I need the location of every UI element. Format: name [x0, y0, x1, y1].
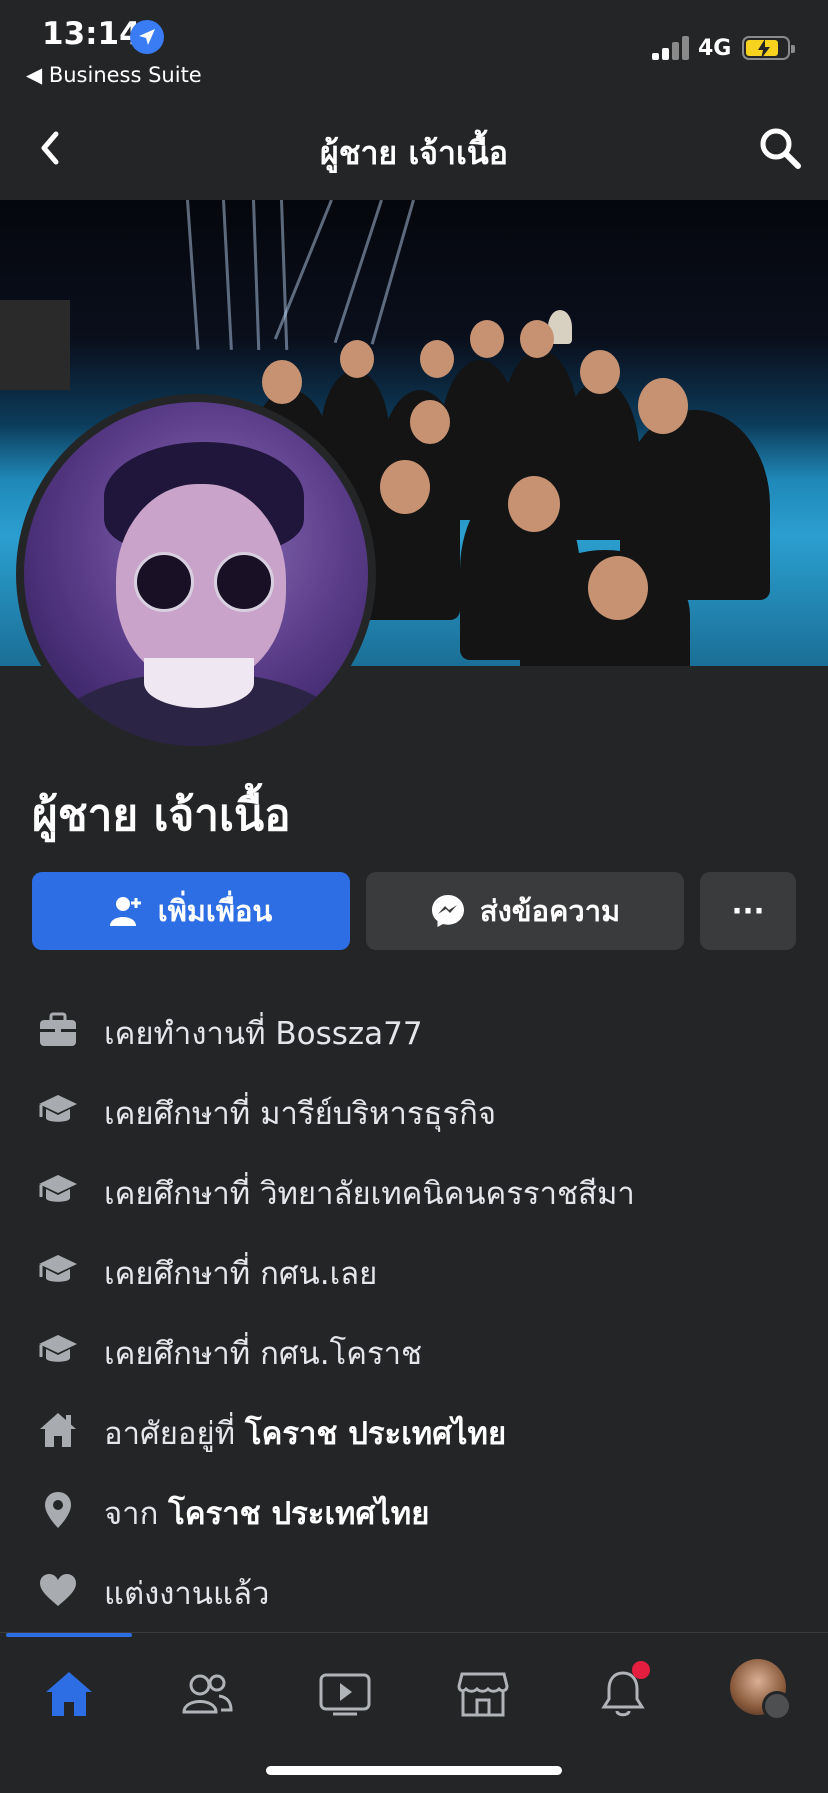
info-value: วิทยาลัยเทคนิคนครราชสีมา	[260, 1176, 635, 1212]
info-text: เคยศึกษาที่ กศน.โคราช	[104, 1328, 422, 1378]
info-prefix: เคยศึกษาที่	[104, 1176, 261, 1212]
notification-badge	[632, 1661, 650, 1679]
info-text: เคยศึกษาที่ มารีย์บริหารธุรกิจ	[104, 1088, 496, 1138]
add-friend-label: เพิ่มเพื่อน	[157, 894, 273, 928]
active-tab-indicator	[6, 1633, 132, 1637]
info-row: เคยศึกษาที่ กศน.โคราช	[0, 1308, 828, 1388]
info-row: แต่งงานแล้ว	[0, 1548, 828, 1628]
info-value: Bossza77	[275, 1016, 423, 1052]
search-icon[interactable]	[756, 124, 804, 172]
tab-marketplace[interactable]	[448, 1659, 518, 1729]
info-text: จาก โคราช ประเทศไทย	[104, 1488, 429, 1538]
info-row: อาศัยอยู่ที่ โคราช ประเทศไทย	[0, 1388, 828, 1468]
battery-icon	[742, 36, 795, 60]
info-prefix: เคยศึกษาที่	[104, 1256, 261, 1292]
info-value: กศน.โคราช	[260, 1336, 423, 1372]
info-text: เคยทำงานที่ Bossza77	[104, 1008, 423, 1058]
info-text: เคยศึกษาที่ กศน.เลย	[104, 1248, 377, 1298]
info-value: แต่งงานแล้ว	[104, 1576, 270, 1612]
graduation-cap-icon	[36, 1248, 80, 1292]
tab-watch[interactable]	[310, 1659, 380, 1729]
info-value: มารีย์บริหารธุรกิจ	[260, 1096, 497, 1132]
tab-friends[interactable]	[172, 1659, 242, 1729]
page-title: ผู้ชาย เจ้าเนื้อ	[319, 134, 508, 172]
status-bar: 13:14 ◀ Business Suite 4G	[0, 0, 828, 96]
location-arrow-icon	[130, 20, 164, 54]
home-indicator	[266, 1766, 562, 1775]
top-nav-bar: ผู้ชาย เจ้าเนื้อ	[0, 96, 828, 200]
info-prefix: เคยทำงานที่	[104, 1016, 276, 1052]
info-text: เคยศึกษาที่ วิทยาลัยเทคนิคนครราชสีมา	[104, 1168, 635, 1218]
graduation-cap-icon	[36, 1328, 80, 1372]
more-options-button[interactable]: ···	[700, 872, 796, 950]
messenger-icon	[431, 895, 464, 927]
info-prefix: เคยศึกษาที่	[104, 1096, 261, 1132]
info-row: เคยศึกษาที่ วิทยาลัยเทคนิคนครราชสีมา	[0, 1148, 828, 1228]
graduation-cap-icon	[36, 1088, 80, 1132]
info-prefix: จาก	[104, 1496, 169, 1532]
info-row: จาก โคราช ประเทศไทย	[0, 1468, 828, 1548]
info-row: เคยศึกษาที่ กศน.เลย	[0, 1228, 828, 1308]
more-icon: ···	[731, 894, 765, 928]
add-friend-icon	[109, 897, 141, 926]
friends-icon	[182, 1674, 233, 1714]
info-prefix: เคยศึกษาที่	[104, 1336, 261, 1372]
profile-name: ผู้ชาย เจ้าเนื้อ	[32, 790, 291, 841]
info-text: อาศัยอยู่ที่ โคราช ประเทศไทย	[104, 1408, 506, 1458]
heart-icon	[36, 1568, 80, 1612]
network-type: 4G	[698, 36, 732, 61]
marketplace-icon	[457, 1672, 509, 1717]
briefcase-icon	[36, 1008, 80, 1052]
intro-details: เคยทำงานที่ Bossza77 เคยศึกษาที่ มารีย์บร…	[0, 988, 828, 1628]
video-icon	[319, 1673, 371, 1716]
graduation-cap-icon	[36, 1168, 80, 1212]
info-row: เคยศึกษาที่ มารีย์บริหารธุรกิจ	[0, 1068, 828, 1148]
back-to-business-suite[interactable]: ◀ Business Suite	[26, 63, 202, 87]
add-friend-button[interactable]: เพิ่มเพื่อน	[32, 872, 350, 950]
info-value[interactable]: โคราช ประเทศไทย	[245, 1416, 506, 1452]
tab-menu-profile-avatar[interactable]	[730, 1659, 792, 1721]
info-value: กศน.เลย	[260, 1256, 378, 1292]
info-value[interactable]: โคราช ประเทศไทย	[168, 1496, 429, 1532]
info-text: แต่งงานแล้ว	[104, 1568, 269, 1618]
house-icon	[36, 1408, 80, 1452]
message-label: ส่งข้อความ	[479, 894, 621, 928]
home-icon	[46, 1672, 92, 1716]
tab-home[interactable]	[34, 1659, 104, 1729]
signal-icon	[652, 36, 692, 60]
location-pin-icon	[36, 1488, 80, 1532]
avatar	[24, 402, 368, 746]
profile-picture[interactable]	[16, 394, 376, 754]
status-time: 13:14	[42, 16, 141, 52]
menu-icon	[762, 1691, 792, 1721]
message-button[interactable]: ส่งข้อความ	[366, 872, 684, 950]
info-row: เคยทำงานที่ Bossza77	[0, 988, 828, 1068]
info-prefix: อาศัยอยู่ที่	[104, 1416, 245, 1452]
